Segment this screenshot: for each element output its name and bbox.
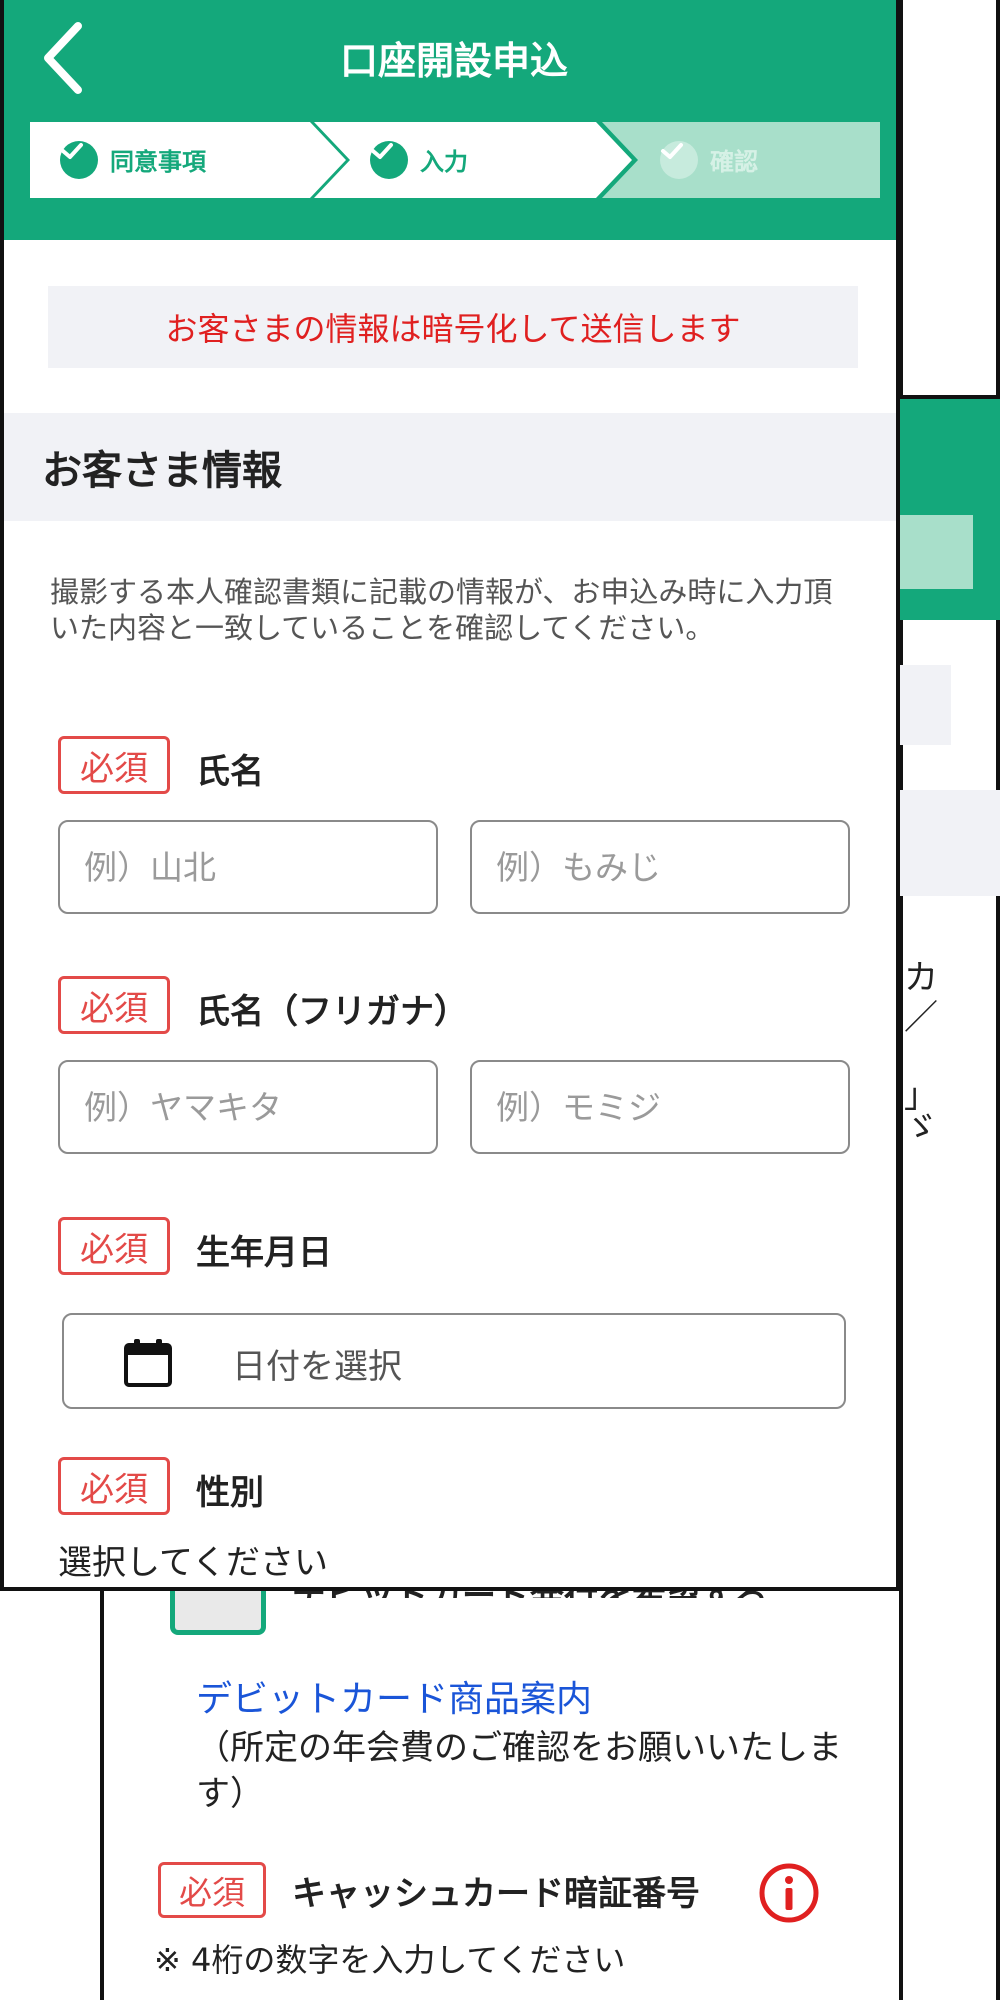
step-label: 同意事項 [110, 148, 206, 176]
kana-label: 氏名（フリガナ） [196, 992, 468, 1032]
pin-label: キャッシュカード暗証番号 [292, 1874, 700, 1914]
last-name-input[interactable] [58, 820, 438, 914]
chevron-left-icon [32, 22, 102, 102]
first-name-kana-input[interactable] [470, 1060, 850, 1154]
info-icon[interactable] [758, 1862, 820, 1924]
required-badge: 必須 [58, 976, 170, 1034]
step-input: 入力 [314, 122, 634, 198]
required-badge: 必須 [58, 736, 170, 794]
debit-card-fee-note: （所定の年会費のご確認をお願いいたします） [196, 1728, 842, 1814]
first-name-input[interactable] [470, 820, 850, 914]
background-notice [899, 665, 951, 745]
pin-note: ※ 4桁の数字を入力してください [154, 1941, 626, 1979]
background-step-indicator [899, 515, 973, 589]
calendar-icon [122, 1337, 174, 1393]
gender-select-hint[interactable]: 選択してください [58, 1535, 328, 1584]
birthdate-placeholder: 日付を選択 [232, 1347, 402, 1387]
section-title: お客さま情報 [4, 413, 896, 521]
account-opening-form: 口座開設申込 同意事項 入力 確認 お客さまの情報は暗号化して送信します お客さ… [0, 0, 900, 1591]
check-circle-icon [370, 141, 408, 179]
background-section-header [899, 790, 1000, 896]
app-header: 口座開設申込 同意事項 入力 確認 [4, 0, 896, 240]
step-label: 入力 [420, 148, 468, 176]
check-circle-icon [660, 141, 698, 179]
step-consent: 同意事項 [30, 122, 348, 198]
encryption-notice: お客さまの情報は暗号化して送信します [48, 286, 858, 368]
background-text-fragment: ゞ [904, 1108, 938, 1148]
name-label: 氏名 [196, 752, 264, 792]
step-confirm: 確認 [602, 122, 880, 198]
birthdate-label: 生年月日 [196, 1233, 332, 1273]
debit-card-info-link[interactable]: デビットカード商品案内 [196, 1670, 592, 1722]
page-title: 口座開設申込 [339, 39, 568, 83]
last-name-kana-input[interactable] [58, 1060, 438, 1154]
check-circle-icon [60, 141, 98, 179]
pin-required-badge: 必須 [158, 1862, 266, 1918]
birthdate-picker[interactable]: 日付を選択 [62, 1313, 846, 1409]
gender-label: 性別 [196, 1473, 264, 1513]
required-badge: 必須 [58, 1457, 170, 1515]
background-text-fragment: ／ [904, 998, 938, 1038]
section-intro: 撮影する本人確認書類に記載の情報が、お申込み時に入力頂いた内容と一致していること… [50, 575, 833, 645]
background-text-fragment: カ [904, 958, 938, 998]
step-label: 確認 [710, 148, 758, 176]
required-badge: 必須 [58, 1217, 170, 1275]
debit-card-checkbox[interactable] [170, 1585, 266, 1635]
